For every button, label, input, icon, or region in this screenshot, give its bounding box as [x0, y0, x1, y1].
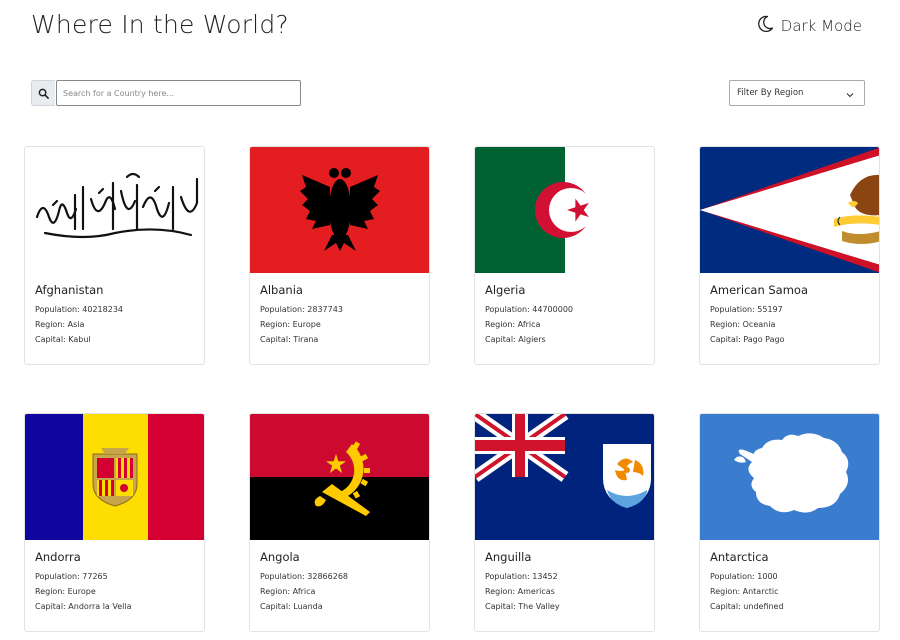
dark-mode-label: Dark Mode: [780, 17, 862, 35]
algeria-flag: [475, 147, 654, 273]
country-region: Region: Europe: [35, 587, 96, 596]
country-population: Population: 55197: [710, 305, 783, 314]
country-capital: Capital: Pago Pago: [710, 335, 785, 344]
antarctica-flag: [700, 414, 879, 540]
country-card-andorra[interactable]: Andorra Population: 77265 Region: Europe…: [24, 413, 205, 632]
country-name: Antarctica: [710, 550, 769, 564]
country-name: Andorra: [35, 550, 81, 564]
search-input[interactable]: [56, 80, 301, 106]
country-population: Population: 2837743: [260, 305, 343, 314]
country-card-angola[interactable]: Angola Population: 32866268 Region: Afri…: [249, 413, 430, 632]
header: Where In the World? Dark Mode: [0, 0, 900, 56]
country-population: Population: 77265: [35, 572, 108, 581]
country-capital: Capital: Andorra la Vella: [35, 602, 132, 611]
region-filter-label: Filter By Region: [737, 88, 804, 98]
country-name: Afghanistan: [35, 283, 104, 297]
country-region: Region: Africa: [260, 587, 316, 596]
country-name: Angola: [260, 550, 300, 564]
country-region: Region: Americas: [485, 587, 555, 596]
country-name: American Samoa: [710, 283, 809, 297]
country-capital: Capital: Tirana: [260, 335, 319, 344]
country-population: Population: 1000: [710, 572, 778, 581]
country-card-albania[interactable]: Albania Population: 2837743 Region: Euro…: [249, 146, 430, 365]
country-capital: Capital: Luanda: [260, 602, 323, 611]
country-name: Albania: [260, 283, 303, 297]
country-population: Population: 44700000: [485, 305, 573, 314]
country-region: Region: Antarctic: [710, 587, 779, 596]
country-region: Region: Europe: [260, 320, 321, 329]
andorra-flag: [25, 414, 204, 540]
american-samoa-flag: [700, 147, 879, 273]
country-population: Population: 13452: [485, 572, 558, 581]
country-capital: Capital: Kabul: [35, 335, 91, 344]
country-capital: Capital: undefined: [710, 602, 784, 611]
country-region: Region: Africa: [485, 320, 541, 329]
country-name: Algeria: [485, 283, 526, 297]
angola-flag: [250, 414, 429, 540]
chevron-down-icon: [846, 84, 854, 103]
anguilla-flag: [475, 414, 654, 540]
country-card-afghanistan[interactable]: Afghanistan Population: 40218234 Region:…: [24, 146, 205, 365]
country-population: Population: 40218234: [35, 305, 123, 314]
region-filter-select[interactable]: Filter By Region: [729, 80, 865, 106]
country-name: Anguilla: [485, 550, 532, 564]
country-card-american-samoa[interactable]: American Samoa Population: 55197 Region:…: [699, 146, 880, 365]
search-bar: [31, 80, 301, 106]
dark-mode-toggle[interactable]: Dark Mode: [755, 14, 862, 38]
albania-flag: [250, 147, 429, 273]
country-capital: Capital: Algiers: [485, 335, 546, 344]
country-card-anguilla[interactable]: Anguilla Population: 13452 Region: Ameri…: [474, 413, 655, 632]
country-card-antarctica[interactable]: Antarctica Population: 1000 Region: Anta…: [699, 413, 880, 632]
afghanistan-flag: [25, 147, 204, 273]
search-icon: [38, 84, 49, 103]
country-card-algeria[interactable]: Algeria Population: 44700000 Region: Afr…: [474, 146, 655, 365]
country-region: Region: Oceania: [710, 320, 776, 329]
country-region: Region: Asia: [35, 320, 85, 329]
country-population: Population: 32866268: [260, 572, 348, 581]
moon-icon: [755, 14, 775, 38]
search-button[interactable]: [31, 80, 55, 106]
page-title: Where In the World?: [31, 10, 289, 39]
country-capital: Capital: The Valley: [485, 602, 560, 611]
